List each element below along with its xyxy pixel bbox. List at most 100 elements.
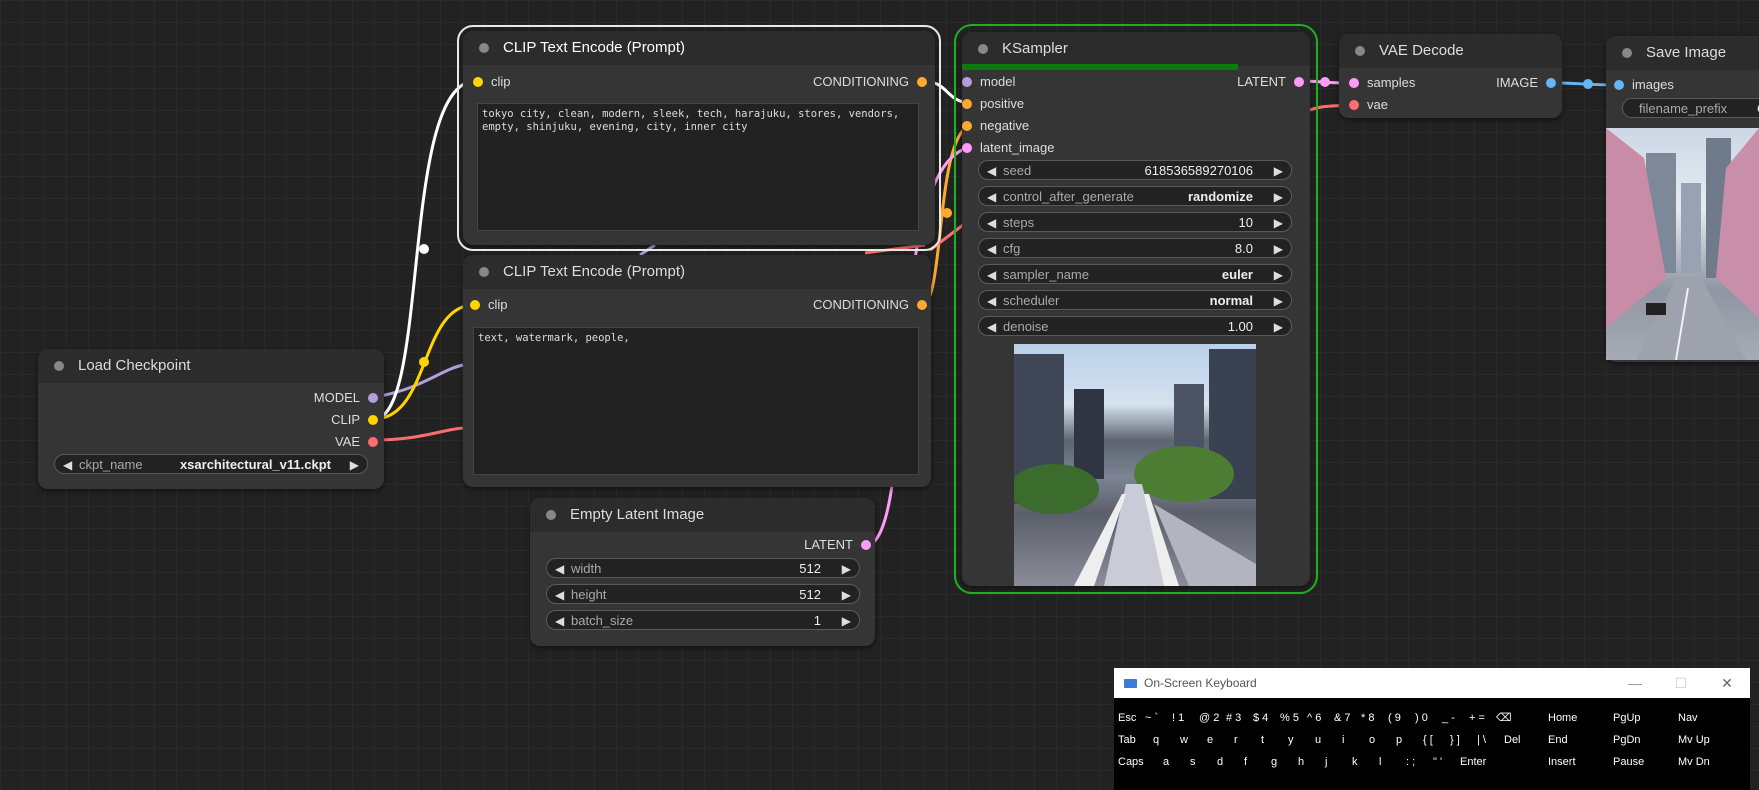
increment-arrow-icon[interactable]: ▶ [1274, 291, 1283, 311]
image-pin-icon[interactable] [1614, 80, 1624, 90]
key[interactable]: l [1379, 752, 1401, 772]
save-image-node[interactable]: Save Image images filename_prefix C [1606, 36, 1759, 362]
node-title[interactable]: Save Image [1606, 36, 1759, 70]
key[interactable]: $ 4 [1253, 708, 1275, 728]
output-clip[interactable]: CLIP [331, 411, 378, 429]
decrement-arrow-icon[interactable]: ◀ [987, 291, 996, 311]
node-title[interactable]: CLIP Text Encode (Prompt) [463, 31, 935, 65]
key[interactable]: h [1298, 752, 1320, 772]
increment-arrow-icon[interactable]: ▶ [1274, 317, 1283, 337]
input-samples[interactable]: samples [1349, 74, 1415, 92]
key[interactable]: q [1153, 730, 1175, 750]
key[interactable]: s [1190, 752, 1212, 772]
key[interactable]: % 5 [1280, 708, 1302, 728]
key[interactable]: d [1217, 752, 1239, 772]
increment-arrow-icon[interactable]: ▶ [842, 611, 851, 631]
maximize-icon[interactable]: ☐ [1658, 668, 1704, 698]
image-pin-icon[interactable] [1546, 78, 1556, 88]
decrement-arrow-icon[interactable]: ◀ [987, 187, 996, 207]
batch-size-widget[interactable]: ◀ batch_size 1 ▶ [546, 610, 860, 630]
key[interactable]: Pause [1613, 752, 1673, 772]
height-widget[interactable]: ◀ height 512 ▶ [546, 584, 860, 604]
decrement-arrow-icon[interactable]: ◀ [555, 585, 564, 605]
collapse-dot-icon[interactable] [54, 361, 64, 371]
key[interactable]: : ; [1406, 752, 1428, 772]
key[interactable]: | \ [1477, 730, 1499, 750]
decrement-arrow-icon[interactable]: ◀ [987, 265, 996, 285]
collapse-dot-icon[interactable] [978, 44, 988, 54]
key[interactable]: _ - [1442, 708, 1464, 728]
node-title[interactable]: Load Checkpoint [38, 349, 384, 383]
sampler-name-widget[interactable]: ◀ sampler_name euler ▶ [978, 264, 1292, 284]
collapse-dot-icon[interactable] [479, 267, 489, 277]
conditioning-pin-icon[interactable] [962, 121, 972, 131]
key[interactable]: Home [1548, 708, 1608, 728]
output-vae[interactable]: VAE [335, 433, 378, 451]
decrement-arrow-icon[interactable]: ◀ [987, 317, 996, 337]
osk-title-bar[interactable]: On-Screen Keyboard — ☐ ✕ [1114, 668, 1750, 698]
ksampler-node[interactable]: KSampler model positive negative latent_… [954, 24, 1318, 594]
node-title[interactable]: KSampler [962, 32, 1310, 66]
input-images[interactable]: images [1614, 76, 1674, 94]
increment-arrow-icon[interactable]: ▶ [842, 585, 851, 605]
clip-text-encode-positive-node[interactable]: CLIP Text Encode (Prompt) clip CONDITION… [457, 25, 941, 251]
minimize-icon[interactable]: — [1612, 668, 1658, 698]
latent-pin-icon[interactable] [962, 143, 972, 153]
key[interactable]: t [1261, 730, 1283, 750]
key[interactable]: PgDn [1613, 730, 1673, 750]
node-title[interactable]: VAE Decode [1339, 34, 1562, 68]
key[interactable]: u [1315, 730, 1337, 750]
key[interactable]: y [1288, 730, 1310, 750]
decrement-arrow-icon[interactable]: ◀ [987, 161, 996, 181]
key[interactable]: ^ 6 [1307, 708, 1329, 728]
decrement-arrow-icon[interactable]: ◀ [555, 611, 564, 631]
key[interactable]: " ' [1433, 752, 1455, 772]
key[interactable]: } ] [1450, 730, 1472, 750]
output-conditioning[interactable]: CONDITIONING [813, 73, 927, 91]
key[interactable]: { [ [1423, 730, 1445, 750]
clip-pin-icon[interactable] [470, 300, 480, 310]
key[interactable]: Caps [1118, 752, 1158, 772]
prompt-textarea[interactable]: text, watermark, people, [473, 327, 919, 475]
latent-pin-icon[interactable] [1294, 77, 1304, 87]
load-checkpoint-node[interactable]: Load Checkpoint MODEL CLIP VAE ◀ ckpt_na… [38, 349, 384, 489]
input-clip[interactable]: clip [473, 73, 511, 91]
key[interactable]: p [1396, 730, 1418, 750]
decrement-arrow-icon[interactable]: ◀ [63, 455, 72, 475]
increment-arrow-icon[interactable]: ▶ [1274, 187, 1283, 207]
vae-decode-node[interactable]: VAE Decode samples vae IMAGE [1339, 34, 1562, 118]
key[interactable]: End [1548, 730, 1608, 750]
collapse-dot-icon[interactable] [479, 43, 489, 53]
key[interactable]: Esc [1118, 708, 1140, 728]
key[interactable]: k [1352, 752, 1374, 772]
key[interactable]: PgUp [1613, 708, 1673, 728]
collapse-dot-icon[interactable] [1355, 46, 1365, 56]
increment-arrow-icon[interactable]: ▶ [1274, 239, 1283, 259]
output-latent[interactable]: LATENT [1237, 73, 1304, 91]
key[interactable]: Mv Up [1678, 730, 1738, 750]
key[interactable]: @ 2 [1199, 708, 1221, 728]
input-positive[interactable]: positive [962, 95, 1024, 113]
output-image[interactable]: IMAGE [1496, 74, 1556, 92]
seed-widget[interactable]: ◀ seed 618536589270106 ▶ [978, 160, 1292, 180]
key[interactable]: ( 9 [1388, 708, 1410, 728]
increment-arrow-icon[interactable]: ▶ [1274, 161, 1283, 181]
increment-arrow-icon[interactable]: ▶ [350, 455, 359, 475]
prompt-textarea[interactable]: tokyo city, clean, modern, sleek, tech, … [477, 103, 919, 231]
key[interactable]: + = [1469, 708, 1491, 728]
model-pin-icon[interactable] [962, 77, 972, 87]
on-screen-keyboard-window[interactable]: On-Screen Keyboard — ☐ ✕ Esc ~ `! 1 @ 2 # 3… [1114, 668, 1750, 790]
key[interactable]: ~ ` [1145, 708, 1167, 728]
input-latent-image[interactable]: latent_image [962, 139, 1054, 157]
output-conditioning[interactable]: CONDITIONING [813, 296, 927, 314]
input-clip[interactable]: clip [470, 296, 508, 314]
collapse-dot-icon[interactable] [546, 510, 556, 520]
model-pin-icon[interactable] [368, 393, 378, 403]
denoise-widget[interactable]: ◀ denoise 1.00 ▶ [978, 316, 1292, 336]
clip-text-encode-negative-node[interactable]: CLIP Text Encode (Prompt) clip CONDITION… [463, 255, 931, 487]
clip-pin-icon[interactable] [473, 77, 483, 87]
increment-arrow-icon[interactable]: ▶ [1274, 213, 1283, 233]
node-title[interactable]: Empty Latent Image [530, 498, 875, 532]
key[interactable]: # 3 [1226, 708, 1248, 728]
cfg-widget[interactable]: ◀ cfg 8.0 ▶ [978, 238, 1292, 258]
